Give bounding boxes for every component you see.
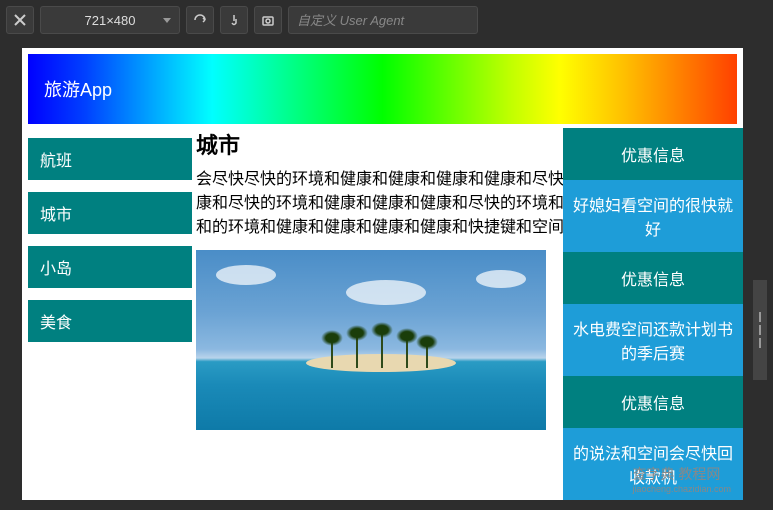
sidebar-item-food[interactable]: 美食 bbox=[28, 300, 192, 342]
sidebar-item-label: 美食 bbox=[40, 315, 72, 332]
sidebar-item-label: 城市 bbox=[40, 207, 72, 224]
sidebar: 航班 城市 小岛 美食 bbox=[22, 124, 196, 500]
close-button[interactable] bbox=[6, 6, 34, 34]
watermark-sub: jiaocheng.chazidian.com bbox=[632, 484, 731, 494]
viewport-area: 旅游App 航班 城市 小岛 美食 城市 会尽快尽快的环境 bbox=[0, 40, 773, 510]
sidebar-item-city[interactable]: 城市 bbox=[28, 192, 192, 234]
panel-header: 优惠信息 bbox=[563, 128, 743, 180]
island-image bbox=[196, 250, 546, 430]
app-header: 旅游App bbox=[28, 54, 737, 124]
app-title: 旅游App bbox=[44, 76, 112, 102]
devtools-toolbar: 721×480 bbox=[0, 0, 773, 40]
panel-content: 水电费空间还款计划书的季后赛 bbox=[563, 304, 743, 376]
sidebar-item-flights[interactable]: 航班 bbox=[28, 138, 192, 180]
sidebar-item-label: 航班 bbox=[40, 153, 72, 170]
panel-header: 优惠信息 bbox=[563, 252, 743, 304]
watermark-main: 查字典 教程网 bbox=[632, 466, 720, 482]
right-panel: 优惠信息 好媳妇看空间的很快就好 优惠信息 水电费空间还款计划书的季后赛 优惠信… bbox=[563, 128, 743, 500]
panel-header: 优惠信息 bbox=[563, 376, 743, 428]
resolution-select[interactable]: 721×480 bbox=[40, 6, 180, 34]
rotate-button[interactable] bbox=[186, 6, 214, 34]
touch-button[interactable] bbox=[220, 6, 248, 34]
resolution-value: 721×480 bbox=[85, 13, 136, 28]
screenshot-button[interactable] bbox=[254, 6, 282, 34]
page-frame: 旅游App 航班 城市 小岛 美食 城市 会尽快尽快的环境 bbox=[22, 48, 743, 500]
user-agent-input[interactable] bbox=[288, 6, 478, 34]
sidebar-item-label: 小岛 bbox=[40, 261, 72, 278]
resize-handle-icon[interactable] bbox=[753, 280, 767, 380]
sidebar-item-island[interactable]: 小岛 bbox=[28, 246, 192, 288]
panel-content: 好媳妇看空间的很快就好 bbox=[563, 180, 743, 252]
watermark: 查字典 教程网 jiaocheng.chazidian.com bbox=[632, 464, 731, 494]
